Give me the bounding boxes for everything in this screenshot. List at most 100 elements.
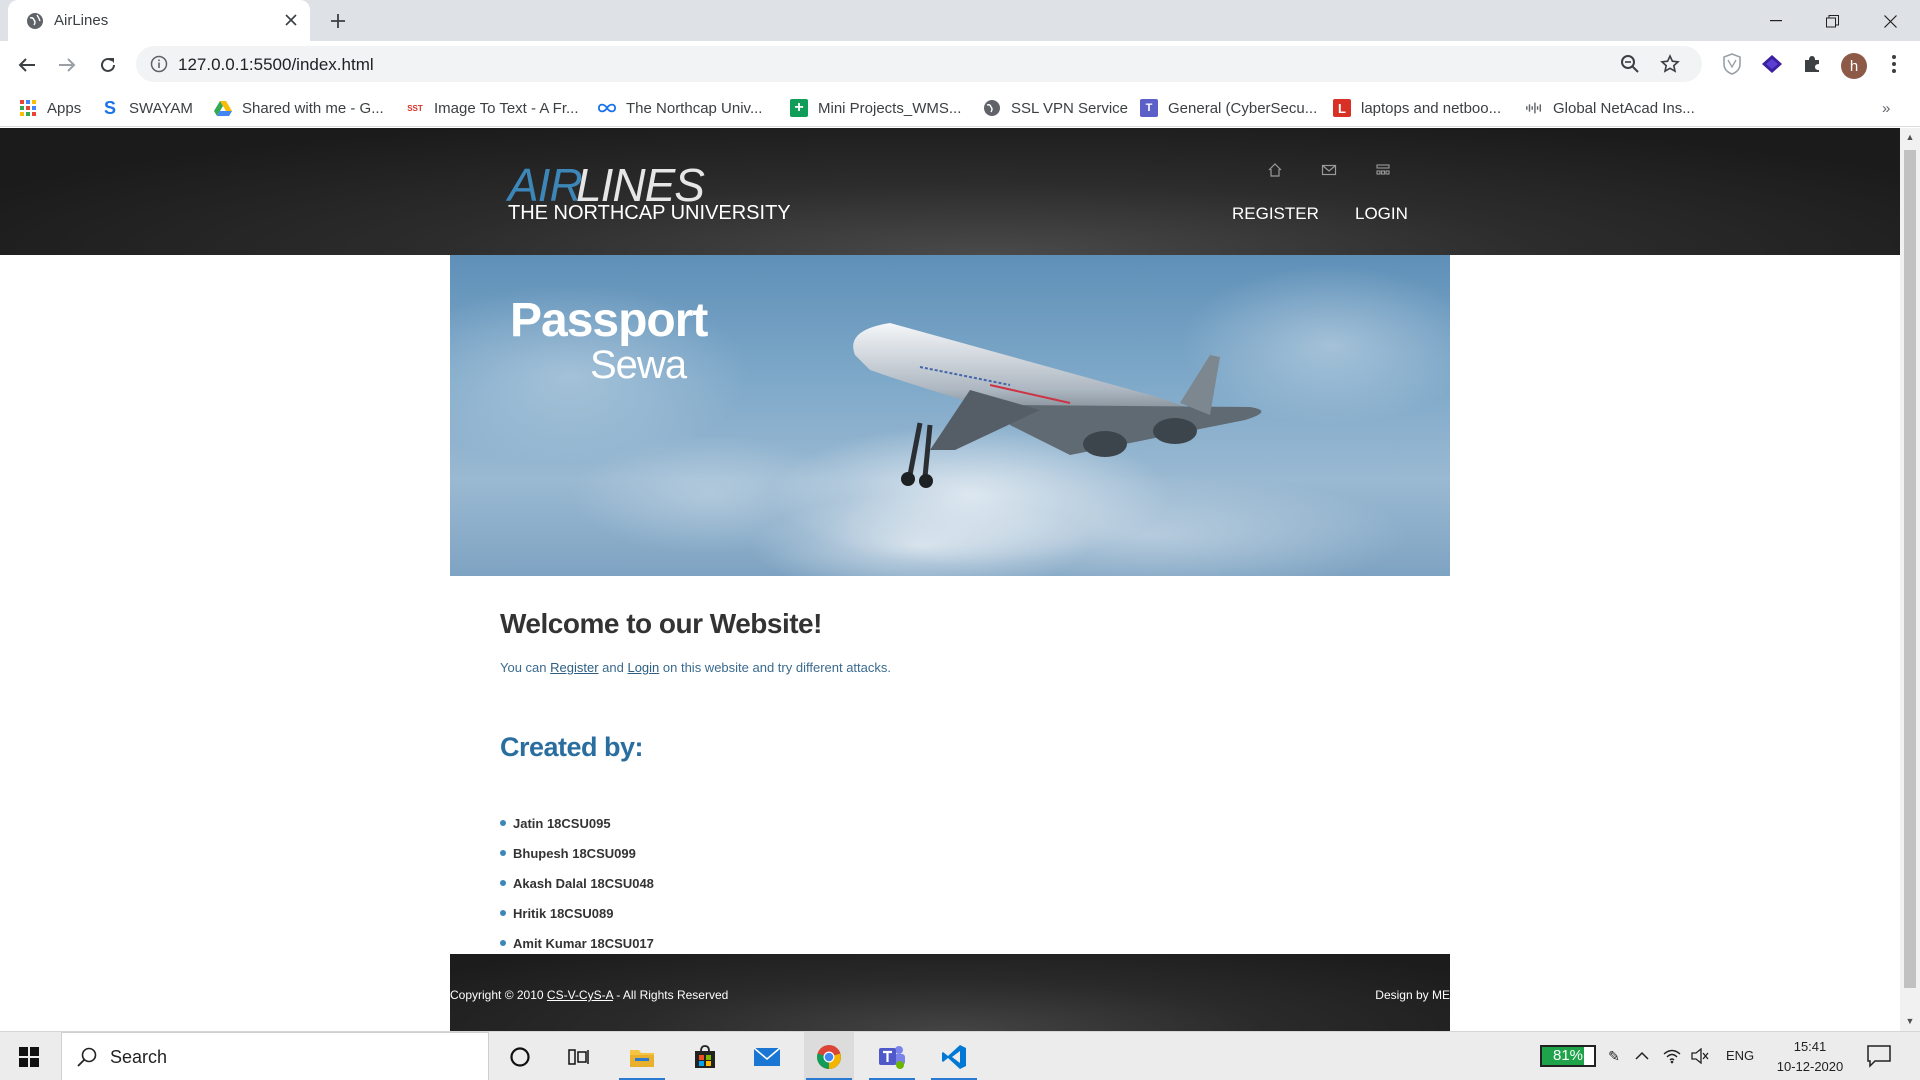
restore-icon[interactable] bbox=[1814, 6, 1850, 36]
bookmark-northcap[interactable]: The Northcap Univ... bbox=[598, 94, 762, 122]
login-link[interactable]: Login bbox=[627, 660, 659, 675]
store-app[interactable] bbox=[680, 1032, 730, 1080]
browser-tab[interactable]: AirLines bbox=[8, 0, 310, 41]
vscode-app[interactable] bbox=[929, 1032, 979, 1080]
chevron-up-icon[interactable] bbox=[1632, 1046, 1652, 1066]
intro-text-end: on this website and try different attack… bbox=[659, 660, 891, 675]
browser-toolbar: 127.0.0.1:5500/index.html h bbox=[0, 41, 1920, 89]
bullet-icon bbox=[500, 820, 506, 826]
bookmark-ssl-vpn[interactable]: SSL VPN Service bbox=[983, 94, 1128, 122]
forward-arrow-icon[interactable] bbox=[53, 51, 81, 79]
bullet-icon bbox=[500, 880, 506, 886]
google-drive-icon bbox=[214, 101, 232, 116]
minimize-icon[interactable] bbox=[1758, 6, 1794, 36]
new-tab-icon[interactable] bbox=[326, 9, 350, 33]
notification-center-icon[interactable] bbox=[1866, 1044, 1892, 1068]
creators-list: Jatin 18CSU095 Bhupesh 18CSU099 Akash Da… bbox=[500, 808, 654, 958]
banner-subtitle: Sewa bbox=[590, 343, 687, 387]
list-item: Hritik 18CSU089 bbox=[500, 898, 654, 928]
bookmark-label: The Northcap Univ... bbox=[626, 99, 763, 117]
bookmarks-bar: Apps S SWAYAM Shared with me - G... SST … bbox=[0, 89, 1920, 127]
teams-app[interactable] bbox=[867, 1032, 917, 1080]
chrome-icon bbox=[817, 1044, 841, 1069]
folder-icon bbox=[630, 1049, 654, 1067]
bookmark-label: General (CyberSecu... bbox=[1168, 99, 1318, 117]
register-nav-link[interactable]: REGISTER bbox=[1232, 204, 1319, 224]
taskbar-search-box[interactable]: Search bbox=[61, 1032, 489, 1080]
store-bag-icon bbox=[695, 1044, 715, 1068]
system-clock[interactable]: 15:41 10-12-2020 bbox=[1770, 1037, 1850, 1077]
bookmark-apps[interactable]: Apps bbox=[19, 94, 81, 122]
layers-extension-icon[interactable] bbox=[1760, 52, 1784, 76]
clock-date: 10-12-2020 bbox=[1776, 1059, 1844, 1074]
menu-dots-icon[interactable] bbox=[1882, 52, 1906, 76]
bookmark-teams-general[interactable]: T General (CyberSecu... bbox=[1140, 94, 1317, 122]
zoom-icon[interactable] bbox=[1620, 54, 1640, 74]
bookmark-label: Apps bbox=[47, 99, 82, 117]
l-icon: L bbox=[1333, 99, 1351, 117]
pen-icon[interactable]: ✎ bbox=[1604, 1046, 1624, 1066]
volume-muted-icon[interactable] bbox=[1690, 1046, 1710, 1066]
search-placeholder: Search bbox=[110, 1047, 168, 1067]
creator-name: Amit Kumar 18CSU017 bbox=[513, 935, 654, 951]
class-link[interactable]: CS-V-CyS-A bbox=[547, 988, 613, 1002]
battery-indicator[interactable]: 81% bbox=[1540, 1045, 1596, 1067]
battery-percent: 81% bbox=[1552, 1047, 1584, 1064]
intro-text-and: and bbox=[598, 660, 628, 675]
reload-icon[interactable] bbox=[94, 51, 122, 79]
bookmark-star-icon[interactable] bbox=[1660, 54, 1680, 74]
chevron-more-icon[interactable]: » bbox=[1882, 100, 1890, 117]
bookmark-swayam[interactable]: S SWAYAM bbox=[101, 94, 193, 122]
mail-app[interactable] bbox=[742, 1032, 792, 1080]
login-nav-link[interactable]: LOGIN bbox=[1355, 204, 1408, 224]
scroll-down-icon[interactable]: ▼ bbox=[1905, 1016, 1915, 1026]
tab-close-icon[interactable] bbox=[280, 9, 302, 31]
tab-title: AirLines bbox=[54, 12, 109, 29]
teams-icon bbox=[879, 1045, 905, 1069]
task-view-icon bbox=[568, 1048, 589, 1065]
mail-icon[interactable] bbox=[1321, 162, 1337, 178]
windows-logo-icon bbox=[19, 1046, 39, 1067]
back-arrow-icon[interactable] bbox=[13, 51, 41, 79]
shield-extension-icon[interactable] bbox=[1720, 52, 1744, 76]
bookmark-label: laptops and netboo... bbox=[1361, 99, 1502, 117]
wifi-icon[interactable] bbox=[1662, 1046, 1682, 1066]
bookmark-mini-projects[interactable]: + Mini Projects_WMS... bbox=[790, 94, 961, 122]
info-icon[interactable] bbox=[150, 55, 168, 73]
clock-time: 15:41 bbox=[1793, 1039, 1827, 1054]
bookmark-google-drive[interactable]: Shared with me - G... bbox=[214, 94, 384, 122]
file-explorer-app[interactable] bbox=[617, 1032, 667, 1080]
vertical-scrollbar[interactable]: ▲ ▼ bbox=[1900, 128, 1920, 1031]
scroll-up-icon[interactable]: ▲ bbox=[1905, 132, 1915, 142]
bookmark-netacad[interactable]: Global NetAcad Ins... bbox=[1525, 94, 1695, 122]
task-view-button[interactable] bbox=[554, 1032, 604, 1080]
cortana-button[interactable] bbox=[495, 1032, 545, 1080]
bookmark-image-to-text[interactable]: SST Image To Text - A Fr... bbox=[406, 94, 578, 122]
mail-envelope-icon bbox=[753, 1046, 781, 1066]
puzzle-extensions-icon[interactable] bbox=[1800, 52, 1824, 76]
address-bar[interactable]: 127.0.0.1:5500/index.html bbox=[136, 46, 1702, 82]
bullet-icon bbox=[500, 910, 506, 916]
scroll-thumb[interactable] bbox=[1904, 150, 1916, 988]
sst-icon: SST bbox=[407, 103, 423, 113]
home-icon[interactable] bbox=[1267, 162, 1283, 178]
windows-taskbar: Search 81% ✎ ENG 15:41 10-12-2020 bbox=[0, 1031, 1920, 1080]
created-by-heading: Created by: bbox=[500, 732, 644, 762]
list-item: Akash Dalal 18CSU048 bbox=[500, 868, 654, 898]
register-link[interactable]: Register bbox=[550, 660, 598, 675]
profile-avatar[interactable]: h bbox=[1841, 53, 1867, 79]
close-window-icon[interactable] bbox=[1872, 6, 1908, 36]
bookmark-laptops[interactable]: L laptops and netboo... bbox=[1333, 94, 1501, 122]
url-text: 127.0.0.1:5500/index.html bbox=[178, 55, 374, 74]
language-indicator[interactable]: ENG bbox=[1726, 1048, 1754, 1063]
intro-text: You can Register and Login on this websi… bbox=[500, 660, 891, 675]
site-header: AIR LINES THE NORTHCAP UNIVERSITY REGIST… bbox=[0, 128, 1900, 255]
chrome-app[interactable] bbox=[804, 1032, 854, 1080]
intro-text-start: You can bbox=[500, 660, 551, 675]
sitemap-icon[interactable] bbox=[1375, 162, 1391, 178]
creator-name: Akash Dalal 18CSU048 bbox=[513, 875, 654, 891]
banner-title: Passport bbox=[510, 294, 708, 347]
tab-strip: AirLines bbox=[0, 0, 1920, 41]
windows-start-button[interactable] bbox=[0, 1032, 58, 1080]
welcome-heading: Welcome to our Website! bbox=[500, 608, 822, 639]
